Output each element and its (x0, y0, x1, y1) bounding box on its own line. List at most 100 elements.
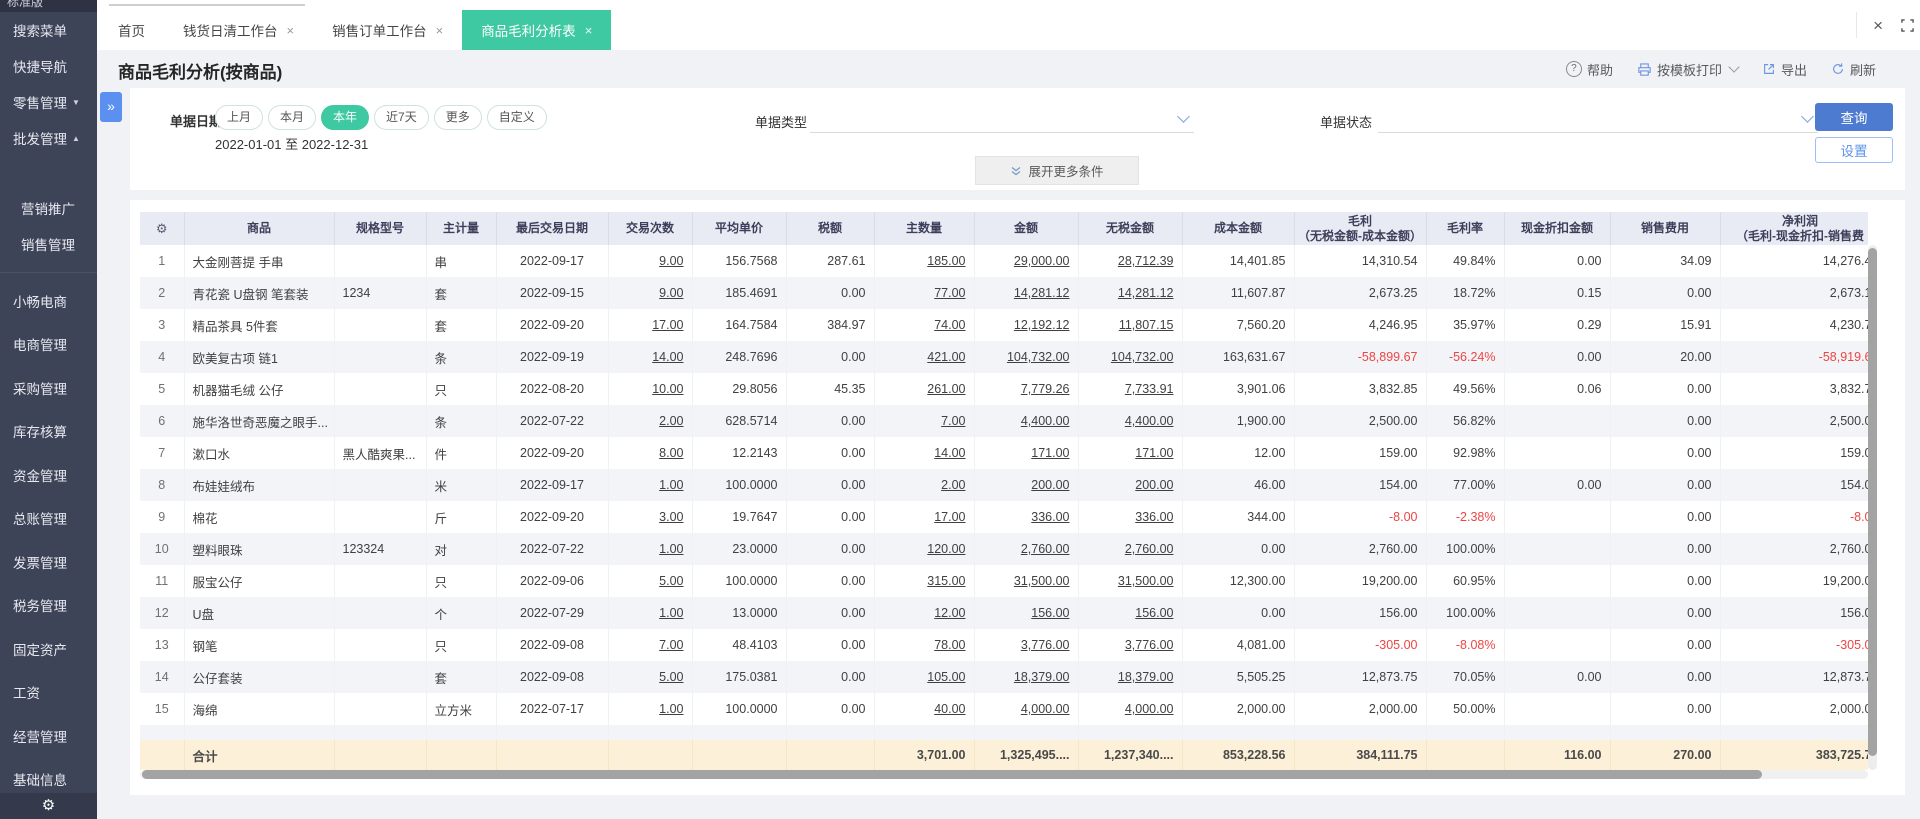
refresh-button[interactable]: 刷新 (1831, 60, 1876, 79)
drill-link[interactable]: 3,776.00 (1125, 638, 1174, 652)
drill-link[interactable]: 28,712.39 (1118, 254, 1174, 268)
drill-link[interactable]: 11,807.15 (1119, 318, 1174, 332)
table-row[interactable]: 7 漱口水 黑人酷爽果... 件 2022-09-20 8.00 12.2143 0.00 14… (140, 437, 1868, 469)
table-row[interactable]: 4 欧美复古项 链1 条 2022-09-19 14.00 248.7696 0.00 421… (140, 341, 1868, 373)
sidebar-item[interactable]: 固定资产 (0, 627, 97, 671)
help-button[interactable]: ? 帮助 (1565, 60, 1613, 79)
table-row[interactable]: 14 公仔套装套 2022-09-08 5.00 175.0381 0.00 105.00 1… (140, 661, 1868, 693)
drill-link[interactable]: 200.00 (1031, 478, 1069, 492)
drill-link[interactable]: 7,779.26 (1021, 382, 1070, 396)
tab[interactable]: 销售订单工作台 × (313, 10, 462, 50)
tab[interactable]: 商品毛利分析表 × (462, 10, 612, 50)
sidebar-item[interactable]: 搜索菜单 (0, 12, 97, 48)
expand-more-conditions-button[interactable]: 展开更多条件 (975, 156, 1139, 185)
table-row[interactable]: 2 青花瓷 U盘钢 笔套装 1234 套 2022-09-15 9.00 185.4691 0… (140, 277, 1868, 309)
drill-link[interactable]: 74.00 (934, 318, 965, 332)
drill-link[interactable]: 171.00 (1135, 446, 1173, 460)
table-row[interactable]: 13 钢笔只 2022-09-08 7.00 48.4103 0.00 78.00 3,776… (140, 629, 1868, 661)
sidebar-item[interactable]: 发票管理 (0, 540, 97, 584)
date-chip[interactable]: 本月 (268, 105, 317, 130)
table-row[interactable]: 1 大金刚菩提 手串 串 2022-09-17 9.00 156.7568 287.61 18… (140, 245, 1868, 277)
drill-link[interactable]: 12.00 (934, 606, 965, 620)
drill-link[interactable]: 17.00 (652, 318, 683, 332)
drill-link[interactable]: 2,760.00 (1125, 542, 1174, 556)
sidebar-item[interactable]: 经营管理 (0, 714, 97, 758)
drill-link[interactable]: 156.00 (1031, 606, 1069, 620)
collapse-filter-button[interactable]: » (100, 92, 122, 122)
drill-link[interactable]: 185.00 (927, 254, 965, 268)
drill-link[interactable]: 104,732.00 (1007, 350, 1070, 364)
sidebar-item[interactable]: 总账管理 (0, 497, 97, 541)
fullscreen-icon[interactable] (1901, 18, 1914, 32)
date-chip[interactable]: 近7天 (374, 105, 429, 130)
table-row[interactable]: 5 机器猫毛绒 公仔 只 2022-08-20 10.00 29.8056 45.35 261… (140, 373, 1868, 405)
drill-link[interactable]: 3.00 (659, 510, 683, 524)
doc-type-select[interactable] (810, 104, 1194, 133)
drill-link[interactable]: 2,760.00 (1021, 542, 1070, 556)
drill-link[interactable]: 1.00 (659, 478, 683, 492)
date-chip[interactable]: 上月 (215, 105, 264, 130)
close-tab-icon[interactable]: × (287, 24, 295, 37)
drill-link[interactable]: 18,379.00 (1118, 670, 1174, 684)
close-icon[interactable]: × (1873, 17, 1883, 34)
drill-link[interactable]: 105.00 (927, 670, 965, 684)
drill-link[interactable]: 2.00 (941, 478, 965, 492)
table-row[interactable]: 8 布娃娃绒布米 2022-09-17 1.00 100.0000 0.00 2.00 200… (140, 469, 1868, 501)
drill-link[interactable]: 261.00 (927, 382, 965, 396)
drill-link[interactable]: 5.00 (659, 670, 683, 684)
date-chip[interactable]: 本年 (321, 105, 370, 130)
sidebar-item[interactable]: 零售管理 ▼ (0, 84, 97, 120)
sidebar-item[interactable]: 工资 (0, 671, 97, 715)
table-row[interactable]: 6 施华洛世奇恶魔之眼手... 条 2022-07-22 2.00 628.5714 0.0… (140, 405, 1868, 437)
sidebar-item[interactable]: 销售管理 (0, 226, 97, 262)
drill-link[interactable]: 336.00 (1135, 510, 1173, 524)
drill-link[interactable]: 120.00 (927, 542, 965, 556)
print-by-template-button[interactable]: 按模板打印 (1637, 60, 1740, 79)
drill-link[interactable]: 1.00 (659, 606, 683, 620)
export-button[interactable]: 导出 (1762, 60, 1807, 79)
drill-link[interactable]: 40.00 (934, 702, 965, 716)
drill-link[interactable]: 1.00 (659, 542, 683, 556)
sidebar-item[interactable]: 采购管理 (0, 366, 97, 410)
drill-link[interactable]: 12,192.12 (1014, 318, 1070, 332)
drill-link[interactable]: 4,000.00 (1021, 702, 1070, 716)
drill-link[interactable]: 2.00 (659, 414, 683, 428)
drill-link[interactable]: 10.00 (652, 382, 683, 396)
drill-link[interactable]: 31,500.00 (1118, 574, 1174, 588)
drill-link[interactable]: 9.00 (659, 286, 683, 300)
drill-link[interactable]: 7.00 (659, 638, 683, 652)
horizontal-scrollbar-thumb[interactable] (142, 770, 1762, 779)
drill-link[interactable]: 17.00 (934, 510, 965, 524)
settings-gear-icon[interactable]: ⚙ (42, 797, 55, 814)
drill-link[interactable]: 4,400.00 (1125, 414, 1174, 428)
table-row[interactable]: 11 服宝公仔只 2022-09-06 5.00 100.0000 0.00 315.00 3… (140, 565, 1868, 597)
drill-link[interactable]: 1.00 (659, 702, 683, 716)
drill-link[interactable]: 7,733.91 (1125, 382, 1174, 396)
date-range-value[interactable]: 2022-01-01 至 2022-12-31 (215, 134, 368, 153)
sidebar-item[interactable]: 电商管理 (0, 323, 97, 367)
doc-status-select[interactable] (1378, 104, 1818, 133)
close-tab-icon[interactable]: × (585, 24, 593, 37)
drill-link[interactable]: 5.00 (659, 574, 683, 588)
drill-link[interactable]: 8.00 (659, 446, 683, 460)
column-header[interactable]: ⚙ (140, 212, 185, 245)
drill-link[interactable]: 14,281.12 (1014, 286, 1070, 300)
date-chip[interactable]: 自定义 (486, 105, 547, 130)
drill-link[interactable]: 156.00 (1135, 606, 1173, 620)
tab[interactable]: 钱货日清工作台 × (164, 10, 313, 50)
drill-link[interactable]: 4,000.00 (1125, 702, 1174, 716)
drill-link[interactable]: 7.00 (941, 414, 965, 428)
drill-link[interactable]: 29,000.00 (1014, 254, 1070, 268)
drill-link[interactable]: 78.00 (934, 638, 965, 652)
sidebar-item[interactable]: 营销推广 (0, 190, 97, 226)
sidebar-item[interactable]: 资金管理 (0, 453, 97, 497)
close-tab-icon[interactable]: × (436, 24, 444, 37)
tab[interactable]: 首页 (99, 10, 164, 50)
drill-link[interactable]: 104,732.00 (1111, 350, 1174, 364)
table-row[interactable]: 12 U盘个 2022-07-29 1.00 13.0000 0.00 12.00 156.0… (140, 597, 1868, 629)
drill-link[interactable]: 171.00 (1031, 446, 1069, 460)
date-chip[interactable]: 更多 (433, 105, 482, 130)
drill-link[interactable]: 315.00 (927, 574, 965, 588)
drill-link[interactable]: 14,281.12 (1118, 286, 1174, 300)
drill-link[interactable]: 18,379.00 (1014, 670, 1070, 684)
